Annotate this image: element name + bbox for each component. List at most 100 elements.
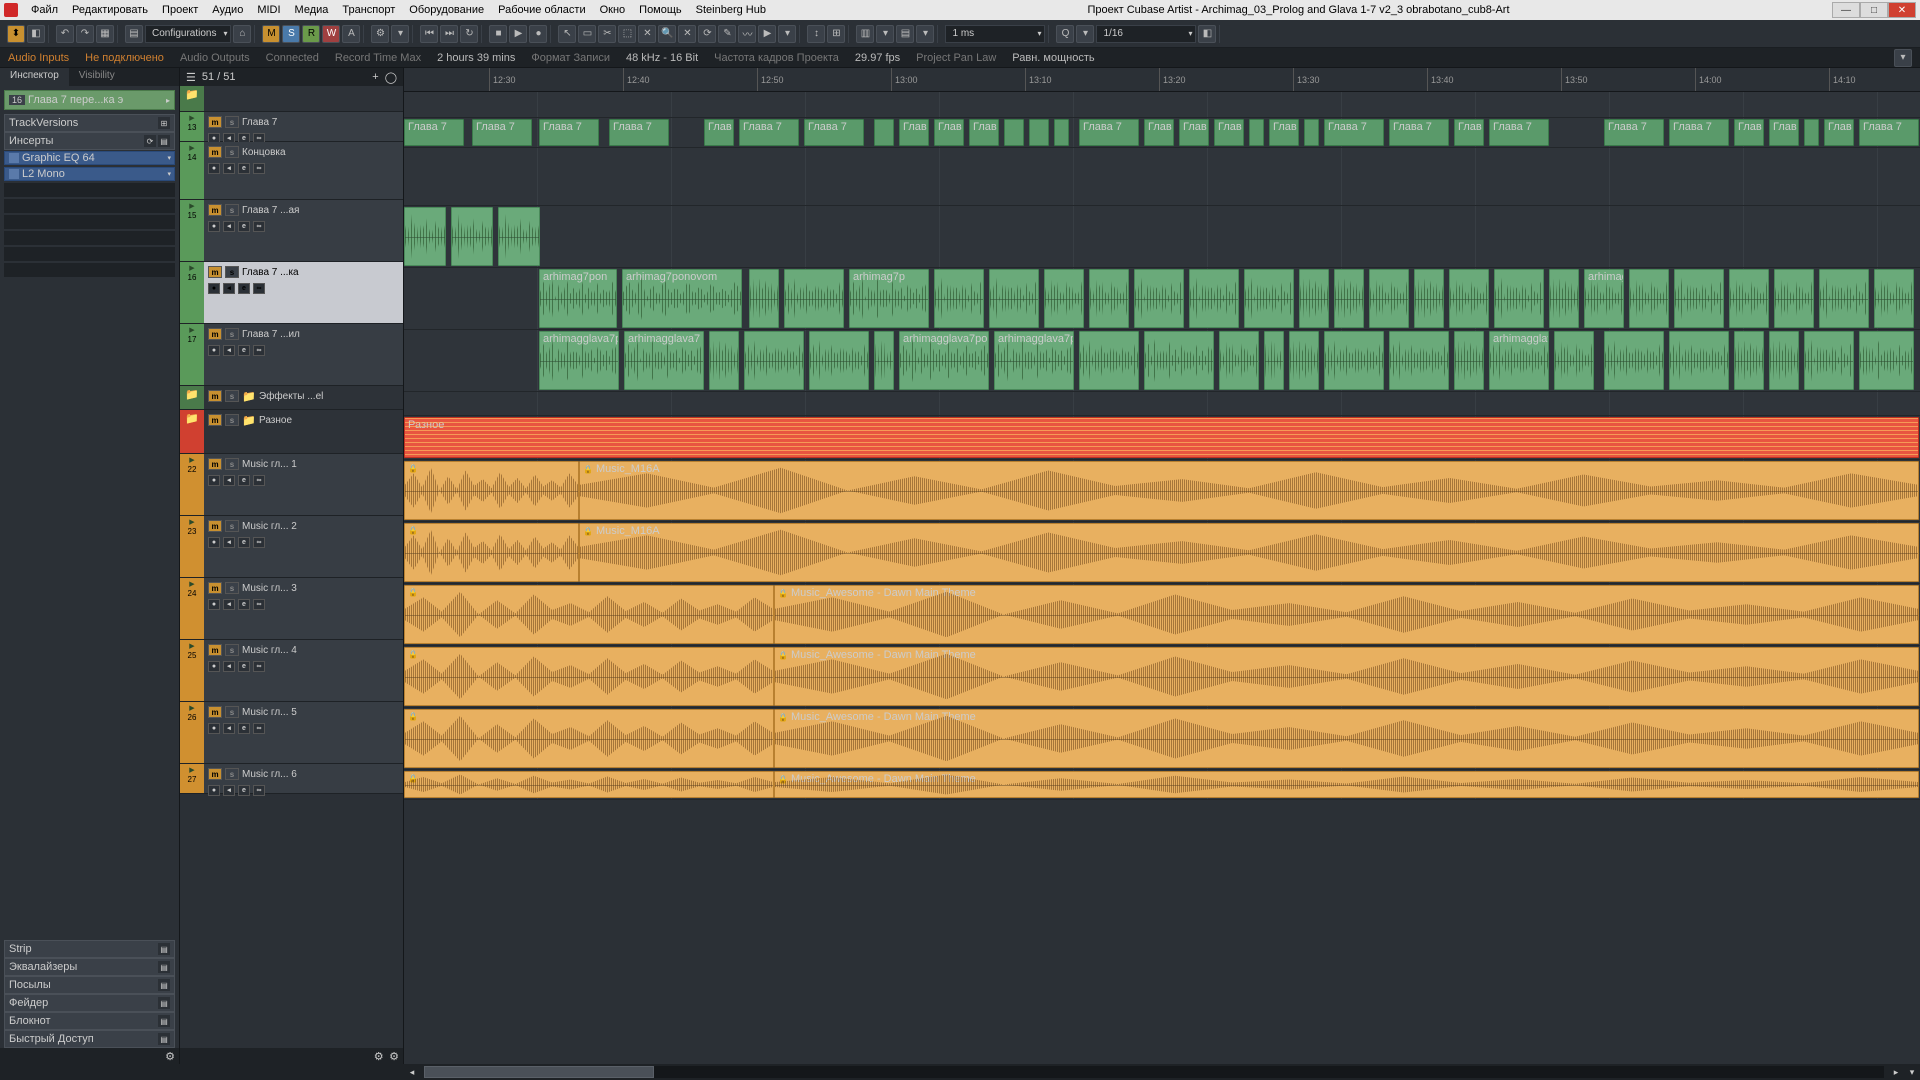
section-Посылы[interactable]: Посылы▤ (4, 976, 175, 994)
quantize-menu[interactable]: ▾ (1076, 25, 1094, 43)
audio-clip[interactable] (1134, 269, 1184, 328)
audio-clip[interactable] (1804, 331, 1854, 390)
tab-visibility[interactable]: Visibility (69, 68, 125, 86)
gear-icon[interactable]: ⚙ (389, 1050, 399, 1063)
audio-clip[interactable] (1219, 331, 1259, 390)
audio-clip[interactable]: 🔒Music_Awesome - Dawn Main Theme (774, 709, 1919, 768)
monitor-button[interactable]: ◂ (223, 283, 235, 294)
freeze-button[interactable]: ∞ (253, 537, 265, 548)
audio-clip[interactable]: Глава 7 (1079, 119, 1139, 146)
track-row[interactable]: ▶23msMusic гл... 2●◂e∞ (180, 516, 403, 578)
mute-button[interactable]: m (208, 644, 222, 656)
audio-clip[interactable]: arhimagglava7pol (994, 331, 1074, 390)
freeze-button[interactable]: ∞ (253, 345, 265, 356)
audio-clip[interactable]: 🔒 (404, 461, 579, 520)
history-undo-button[interactable]: ↶ (56, 25, 74, 43)
freeze-button[interactable]: ∞ (253, 785, 265, 796)
line-tool[interactable]: 〰 (738, 25, 756, 43)
home-button[interactable]: ⌂ (233, 25, 251, 43)
audio-clip[interactable]: 🔒 (404, 523, 579, 582)
audio-clip[interactable] (1734, 331, 1764, 390)
audio-clip[interactable] (709, 331, 739, 390)
transport-record-button[interactable]: ● (529, 25, 547, 43)
audio-clip[interactable] (1774, 269, 1814, 328)
solo-button[interactable]: s (225, 520, 239, 532)
section-Блокнот[interactable]: Блокнот▤ (4, 1012, 175, 1030)
audio-clip[interactable]: Глав (1214, 119, 1244, 146)
track-row[interactable]: ▶17msГлава 7 ...ил●◂e∞ (180, 324, 403, 386)
audio-clip[interactable] (451, 207, 493, 266)
scroll-left-button[interactable]: ◂ (404, 1064, 420, 1080)
audio-clip[interactable]: Глава 7 (1489, 119, 1549, 146)
horizontal-scrollbar[interactable] (424, 1066, 1884, 1078)
section-Быстрый Доступ[interactable]: Быстрый Доступ▤ (4, 1030, 175, 1048)
audio-clip[interactable]: Глава 7 (1604, 119, 1664, 146)
track-row[interactable]: ▶15msГлава 7 ...ая●◂e∞ (180, 200, 403, 262)
record-enable[interactable]: ● (208, 163, 220, 174)
arrow-tool[interactable]: ↖ (558, 25, 576, 43)
workspace-button[interactable]: ▤ (125, 25, 143, 43)
solo-button[interactable]: s (225, 706, 239, 718)
gear-icon[interactable]: ⚙ (165, 1050, 175, 1063)
audio-clip[interactable]: arhimag7pon (539, 269, 617, 328)
audio-clip[interactable] (1044, 269, 1084, 328)
glue-tool[interactable]: ⬚ (618, 25, 636, 43)
track-lane[interactable] (404, 92, 1920, 118)
tool-button[interactable]: ◧ (27, 25, 45, 43)
track-lane[interactable]: 🔒🔒Music_M16A (404, 522, 1920, 584)
section-trackversions[interactable]: TrackVersions⊞ (4, 114, 175, 132)
m-button[interactable]: M (262, 25, 280, 43)
time-ruler[interactable]: 12:3012:4012:5013:0013:1013:2013:3013:40… (404, 68, 1920, 92)
transport-play-button[interactable]: ▶ (509, 25, 527, 43)
menu-медиа[interactable]: Медиа (288, 2, 336, 18)
quantize-button[interactable]: Q (1056, 25, 1074, 43)
mute-button[interactable]: m (208, 266, 222, 278)
mute-button[interactable]: m (208, 390, 222, 402)
solo-button[interactable]: s (225, 458, 239, 470)
audio-clip[interactable]: arhimag7p (849, 269, 929, 328)
audio-clip[interactable]: Глав (1269, 119, 1299, 146)
audio-clip[interactable] (1389, 331, 1449, 390)
add-track-button[interactable]: + (372, 71, 378, 83)
audio-clip[interactable] (874, 119, 894, 146)
audio-clip[interactable] (1334, 269, 1364, 328)
section-Эквалайзеры[interactable]: Эквалайзеры▤ (4, 958, 175, 976)
audio-clip[interactable] (1089, 269, 1129, 328)
record-enable[interactable]: ● (208, 785, 220, 796)
audio-clip[interactable]: 🔒Music_Awesome - Dawn Main Theme (774, 585, 1919, 644)
audio-clip[interactable]: 🔒 (404, 771, 774, 798)
zoom-tool[interactable]: 🔍 (658, 25, 676, 43)
record-enable[interactable]: ● (208, 283, 220, 294)
audio-clip[interactable] (1804, 119, 1819, 146)
audio-clip[interactable]: Глав (704, 119, 734, 146)
audio-clip[interactable]: 🔒 (404, 585, 774, 644)
audio-clip[interactable] (989, 269, 1039, 328)
insert-slot-empty[interactable] (4, 231, 175, 245)
track-lane[interactable]: arhimagglava7parhimagglava7arhimagglava7… (404, 330, 1920, 392)
automation-button[interactable]: ⚙ (371, 25, 389, 43)
track-lane[interactable]: arhimag7ponarhimag7ponovomarhimag7parhim… (404, 268, 1920, 330)
audio-clip[interactable]: Глав (934, 119, 964, 146)
status-expand-button[interactable]: ▾ (1894, 49, 1912, 67)
track-lane[interactable]: 🔒🔒Music_Awesome - Dawn Main Theme (404, 584, 1920, 646)
audio-clip[interactable]: 🔒Music_M16A (579, 461, 1919, 520)
audio-clip[interactable] (1729, 269, 1769, 328)
track-lane[interactable]: 🔒🔒Music_Awesome - Dawn Main Theme (404, 708, 1920, 770)
transport-end-button[interactable]: ⏭ (440, 25, 458, 43)
mute-tool[interactable]: ✕ (678, 25, 696, 43)
track-row[interactable]: ▶24msMusic гл... 3●◂e∞ (180, 578, 403, 640)
audio-clip[interactable] (1449, 269, 1489, 328)
audio-clip[interactable] (1304, 119, 1319, 146)
play-tool[interactable]: ▶ (758, 25, 776, 43)
search-icon[interactable]: ◯ (385, 71, 397, 84)
mute-button[interactable]: m (208, 706, 222, 718)
audio-clip[interactable] (1054, 119, 1069, 146)
audio-clip[interactable] (784, 269, 844, 328)
audio-clip[interactable]: Глава 7 (1389, 119, 1449, 146)
audio-clip[interactable]: Глав (899, 119, 929, 146)
audio-clip[interactable] (1189, 269, 1239, 328)
audio-clip[interactable] (404, 207, 446, 266)
insert-slot-empty[interactable] (4, 183, 175, 197)
freeze-button[interactable]: ∞ (253, 163, 265, 174)
menu-midi[interactable]: MIDI (250, 2, 287, 18)
